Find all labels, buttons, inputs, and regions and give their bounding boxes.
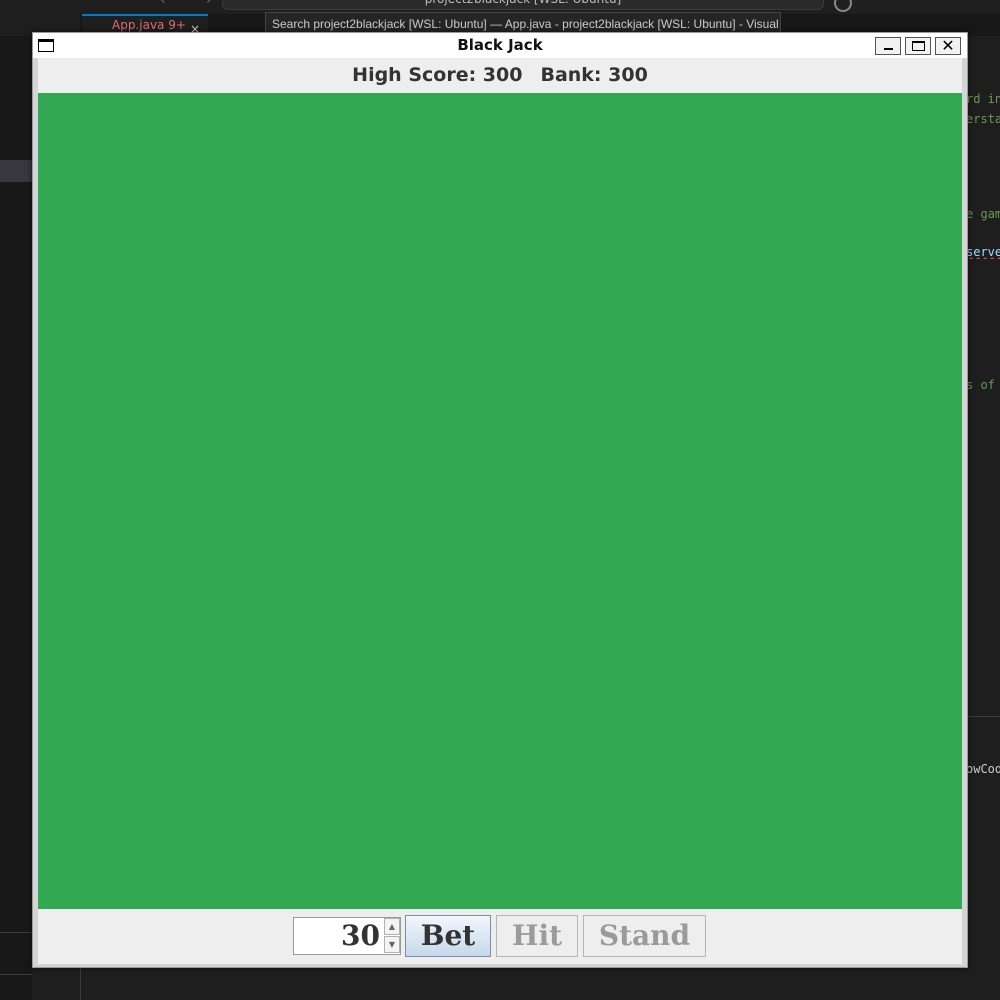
score-bar: High Score: 300 Bank: 300 xyxy=(38,58,962,93)
divider xyxy=(0,932,32,933)
blackjack-window: Black Jack ✕ High Score: 300 Bank: 300 30… xyxy=(32,32,968,968)
window-title: Black Jack xyxy=(457,36,543,54)
close-button[interactable]: ✕ xyxy=(935,36,961,55)
maximize-button[interactable] xyxy=(905,37,931,55)
panel-border xyxy=(968,716,1000,717)
stand-button[interactable]: Stand xyxy=(583,915,706,957)
bank-label: Bank: 300 xyxy=(540,64,648,86)
code-fragment: s of xyxy=(966,378,995,392)
nav-arrows[interactable]: ‹ › xyxy=(160,0,230,8)
minimize-icon xyxy=(884,48,893,50)
command-center[interactable]: project2blackjack [WSL: Ubuntu] xyxy=(222,0,824,10)
bet-amount-spinner[interactable]: 30 ▲ ▼ xyxy=(293,917,401,955)
high-score-label: High Score: 300 xyxy=(352,64,523,86)
spinner-down-arrow-icon[interactable]: ▼ xyxy=(384,936,400,953)
activity-bar-selection[interactable] xyxy=(0,160,32,182)
code-fragment: owCod xyxy=(966,762,1000,776)
hit-button[interactable]: Hit xyxy=(496,915,578,957)
divider xyxy=(80,968,81,1000)
window-titlebar[interactable]: Black Jack ✕ xyxy=(33,33,967,58)
divider xyxy=(0,974,32,975)
code-fragment: serve xyxy=(966,245,1000,259)
close-icon: ✕ xyxy=(941,36,955,55)
spinner-up-arrow-icon[interactable]: ▲ xyxy=(384,918,400,935)
code-fragment: ersta xyxy=(966,112,1000,126)
game-table xyxy=(38,93,962,909)
bet-amount-field[interactable]: 30 xyxy=(294,918,382,954)
bet-button[interactable]: Bet xyxy=(405,915,491,957)
minimize-button[interactable] xyxy=(875,37,901,55)
window-content: High Score: 300 Bank: 300 30 ▲ ▼ Bet Hit … xyxy=(38,58,962,964)
maximize-icon xyxy=(912,41,925,51)
code-fragment: e gam xyxy=(966,207,1000,221)
controls-bar: 30 ▲ ▼ Bet Hit Stand xyxy=(38,909,962,964)
code-fragment: rd in xyxy=(966,92,1000,106)
